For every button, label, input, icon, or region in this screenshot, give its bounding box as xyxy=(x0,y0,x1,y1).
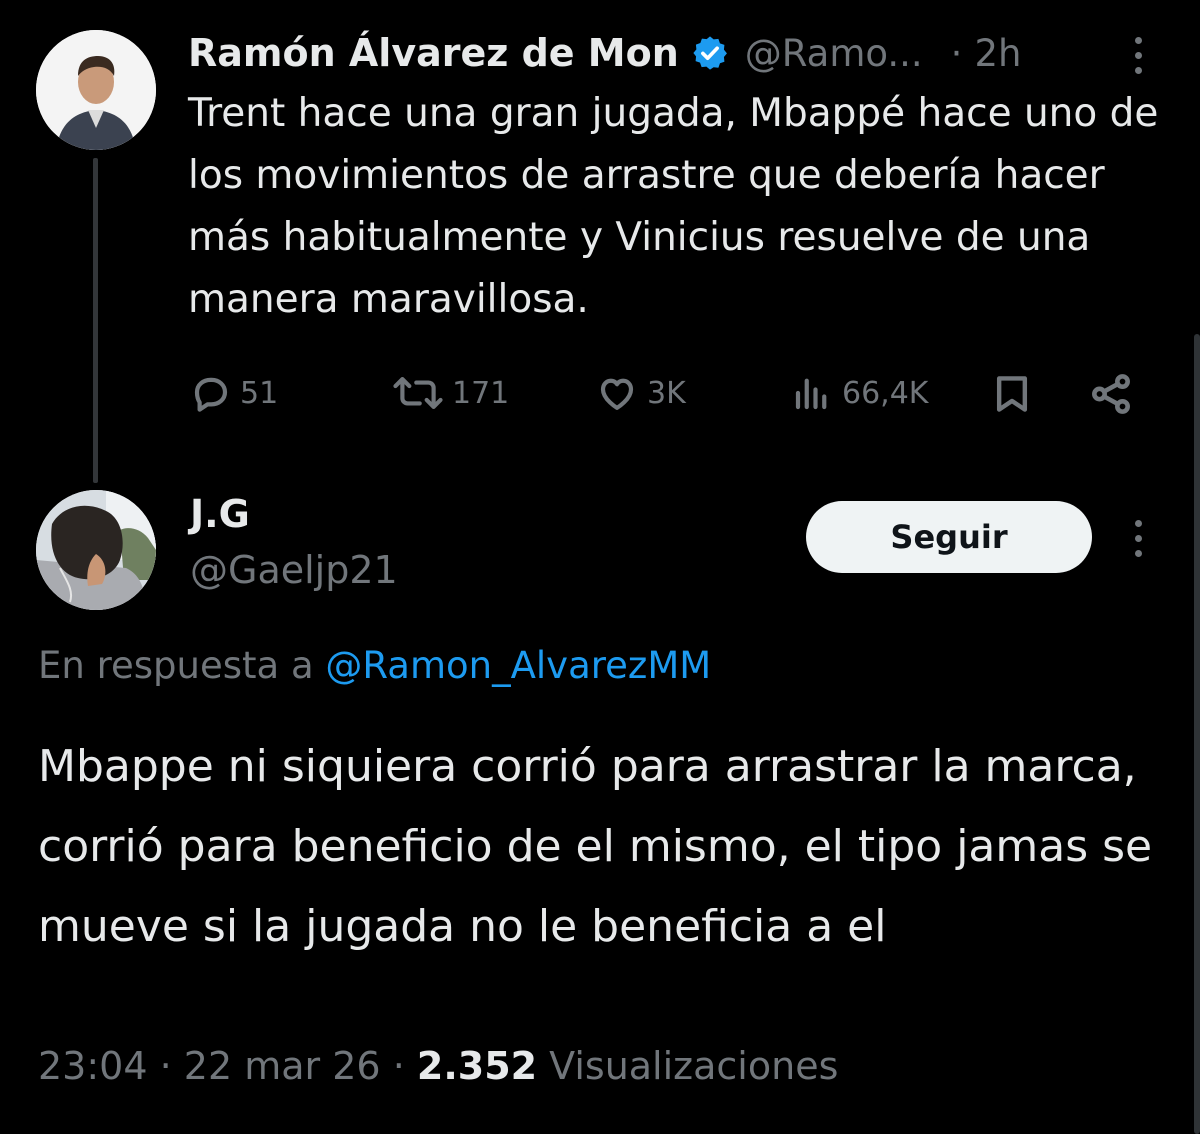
reply-views-count: 2.352 xyxy=(416,1044,538,1088)
views-count: 66,4K xyxy=(842,375,929,411)
original-author-handle[interactable]: @Ramo... xyxy=(745,32,923,75)
scrollbar[interactable] xyxy=(1194,334,1200,1134)
reply-views-label: Visualizaciones xyxy=(549,1044,839,1088)
reply-to-handle-link[interactable]: @Ramon_AlvarezMM xyxy=(325,644,711,687)
reply-more-options-icon[interactable] xyxy=(1135,520,1142,565)
more-options-icon[interactable] xyxy=(1135,37,1142,82)
reply-author-avatar[interactable] xyxy=(36,490,156,610)
repost-icon xyxy=(393,377,443,409)
original-author-name[interactable]: Ramón Álvarez de Mon xyxy=(188,31,679,75)
reply-context: En respuesta a @Ramon_AlvarezMM xyxy=(38,644,711,687)
original-tweet-header: Ramón Álvarez de Mon @Ramo... · 2h xyxy=(188,28,1021,78)
original-author-avatar[interactable] xyxy=(36,30,156,150)
like-button[interactable]: 3K xyxy=(595,372,686,414)
reply-tweet-date[interactable]: 22 mar 26 xyxy=(184,1044,381,1088)
follow-button[interactable]: Seguir xyxy=(806,501,1092,573)
time-separator: · xyxy=(950,31,963,75)
verified-badge-icon xyxy=(693,36,727,70)
repost-button[interactable]: 171 xyxy=(392,372,509,414)
like-count: 3K xyxy=(647,375,686,411)
original-tweet-time[interactable]: 2h xyxy=(974,32,1021,75)
bookmark-button[interactable] xyxy=(990,372,1034,416)
reply-count: 51 xyxy=(240,375,279,411)
like-icon xyxy=(600,378,634,410)
reply-tweet-time[interactable]: 23:04 xyxy=(38,1044,148,1088)
avatar-photo xyxy=(36,490,156,610)
share-button[interactable] xyxy=(1088,371,1134,417)
reply-author-handle[interactable]: @Gaeljp21 xyxy=(190,548,398,592)
share-icon xyxy=(1092,374,1130,414)
meta-separator: · xyxy=(159,1044,172,1088)
reply-author-name[interactable]: J.G xyxy=(190,492,250,536)
avatar-photo xyxy=(36,30,156,150)
repost-count: 171 xyxy=(452,375,510,411)
views-icon xyxy=(795,378,827,410)
original-tweet-text: Trent hace una gran jugada, Mbappé hace … xyxy=(188,91,1159,322)
reply-context-label: En respuesta a xyxy=(38,644,314,687)
reply-icon xyxy=(194,377,228,412)
thread-connector-line xyxy=(93,158,98,483)
bookmark-icon xyxy=(996,376,1028,412)
views-button[interactable]: 66,4K xyxy=(790,372,928,414)
reply-tweet-meta: 23:04 · 22 mar 26 · 2.352 Visualizacione… xyxy=(38,1044,838,1088)
meta-separator: · xyxy=(392,1044,405,1088)
reply-tweet-text: Mbappe ni siquiera corrió para arrastrar… xyxy=(38,741,1153,952)
reply-button[interactable]: 51 xyxy=(190,372,278,414)
